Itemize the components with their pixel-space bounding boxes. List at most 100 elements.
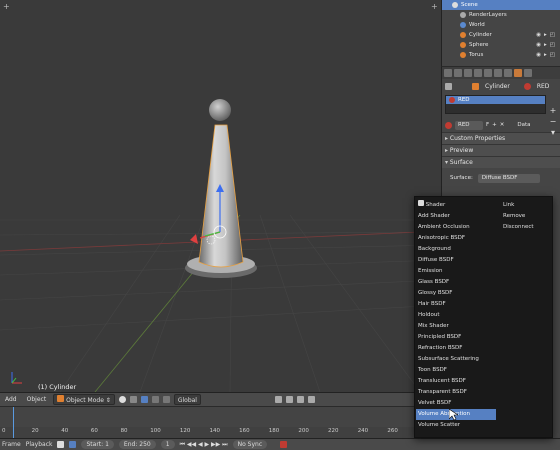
3d-viewport[interactable]: + + (1) Cylinder — [0, 0, 441, 392]
cylinder-cone — [198, 124, 244, 268]
remove-slot-icon[interactable]: − — [548, 116, 558, 127]
frame-menu[interactable]: Frame — [2, 441, 21, 448]
menu-item-emission[interactable]: Emission — [416, 266, 496, 277]
mode-dropdown[interactable]: Object Mode ⇕ — [53, 394, 115, 405]
timeline-header: Frame Playback Start: 1 End: 250 1 ⏮ ◀◀ … — [0, 438, 560, 450]
playback-menu[interactable]: Playback — [26, 441, 53, 448]
current-frame-field[interactable]: 1 — [160, 440, 175, 449]
camera-icon[interactable] — [307, 396, 315, 403]
snap-icon[interactable] — [296, 396, 304, 403]
mesh-icon — [460, 42, 466, 48]
pin-icon[interactable] — [445, 82, 452, 90]
timeline-scrub-area[interactable] — [0, 407, 415, 427]
menu-item-shader[interactable]: Shader — [416, 200, 496, 211]
menu-item-glossy-bsdf[interactable]: Glossy BSDF — [416, 288, 496, 299]
visibility-icons[interactable]: ◉▸◰ — [536, 40, 558, 50]
outliner-row-cylinder[interactable]: Cylinder ◉▸◰ — [442, 30, 560, 40]
mesh-icon — [472, 82, 479, 90]
menu-item-anisotropic-bsdf[interactable]: Anisotropic BSDF — [416, 233, 496, 244]
visibility-icons[interactable]: ◉▸◰ — [536, 30, 558, 40]
axis-indicator — [11, 372, 22, 384]
new-material-icon[interactable]: + — [492, 122, 497, 128]
menu-item-principled-bsdf[interactable]: Principled BSDF — [416, 332, 496, 343]
preview-range-icon[interactable] — [69, 441, 77, 448]
timeline[interactable]: 0 20 40 60 80 100 120 140 160 180 200 22… — [0, 406, 415, 439]
menu-item-volume-scatter[interactable]: Volume Scatter — [416, 420, 496, 431]
link-dropdown[interactable]: Data — [517, 122, 530, 128]
shading-icon[interactable] — [118, 396, 126, 403]
menu-item-holdout[interactable]: Holdout — [416, 310, 496, 321]
menu-item-translucent-bsdf[interactable]: Translucent BSDF — [416, 376, 496, 387]
rotate-icon[interactable] — [162, 396, 170, 403]
orientation-dropdown[interactable]: Global — [173, 394, 201, 405]
sphere — [209, 99, 231, 121]
record-icon[interactable] — [280, 441, 288, 448]
menu-item-transparent-bsdf[interactable]: Transparent BSDF — [416, 387, 496, 398]
surface-shader-field[interactable]: Diffuse BSDF — [477, 173, 540, 183]
material-slot-list[interactable]: RED — [445, 95, 546, 114]
layer-buttons-icon[interactable] — [274, 396, 282, 403]
mouse-cursor-icon — [449, 409, 458, 421]
visibility-icons[interactable]: ◉▸◰ — [536, 50, 558, 60]
menu-item-ambient-occlusion[interactable]: Ambient Occlusion — [416, 222, 496, 233]
add-slot-icon[interactable]: + — [548, 105, 558, 116]
start-frame-field[interactable]: Start: 1 — [81, 440, 114, 449]
playback-controls-icon[interactable]: ⏮ ◀◀ ◀ ▶ ▶▶ ⏭ — [180, 441, 228, 449]
sync-dropdown[interactable]: No Sync — [232, 440, 268, 449]
object-menu[interactable]: Object — [24, 394, 50, 405]
shader-menu[interactable]: Shader Add Shader Ambient Occlusion Anis… — [414, 196, 553, 438]
material-tab-icon[interactable] — [514, 69, 522, 77]
modifiers-tab-icon[interactable] — [494, 69, 502, 77]
translate-icon[interactable] — [151, 396, 159, 403]
outliner[interactable]: Scene RenderLayers World Cylinder ◉▸◰ Sp… — [441, 0, 560, 66]
material-browse-icon[interactable] — [445, 121, 452, 129]
menu-item-velvet-bsdf[interactable]: Velvet BSDF — [416, 398, 496, 409]
menu-item-remove[interactable]: Remove — [501, 211, 551, 222]
outliner-row-world[interactable]: World — [442, 20, 560, 30]
unlink-material-icon[interactable]: ✕ — [500, 122, 505, 128]
tool-shelf-toggle-icon[interactable]: + — [3, 2, 10, 11]
slot-menu-icon[interactable]: ▾ — [548, 127, 558, 138]
add-menu[interactable]: Add — [2, 394, 20, 405]
scene-tab-icon[interactable] — [464, 69, 472, 77]
properties-tabs — [442, 67, 560, 79]
menu-item-add-shader[interactable]: Add Shader — [416, 211, 496, 222]
material-slot[interactable]: RED — [446, 96, 545, 104]
surface-label: Surface: — [450, 175, 473, 181]
texture-tab-icon[interactable] — [524, 69, 532, 77]
menu-item-link[interactable]: Link — [501, 200, 551, 211]
world-icon — [460, 22, 466, 28]
menu-item-background[interactable]: Background — [416, 244, 496, 255]
panel-custom-properties[interactable]: Custom Properties — [442, 132, 560, 144]
outliner-row-scene[interactable]: Scene — [442, 0, 560, 10]
fake-user-button[interactable]: F — [486, 122, 489, 128]
panel-preview[interactable]: Preview — [442, 144, 560, 156]
data-tab-icon[interactable] — [504, 69, 512, 77]
menu-item-glass-bsdf[interactable]: Glass BSDF — [416, 277, 496, 288]
menu-item-refraction-bsdf[interactable]: Refraction BSDF — [416, 343, 496, 354]
viewport-header: Add Object Object Mode ⇕ Global — [0, 392, 415, 406]
menu-item-disconnect[interactable]: Disconnect — [501, 222, 551, 233]
menu-item-toon-bsdf[interactable]: Toon BSDF — [416, 365, 496, 376]
lock-icon[interactable] — [285, 396, 293, 403]
menu-item-mix-shader[interactable]: Mix Shader — [416, 321, 496, 332]
manipulator-icon[interactable] — [140, 396, 148, 403]
render-tab-icon[interactable] — [444, 69, 452, 77]
keying-icon[interactable] — [57, 441, 65, 448]
outliner-row-sphere[interactable]: Sphere ◉▸◰ — [442, 40, 560, 50]
outliner-row-torus[interactable]: Torus ◉▸◰ — [442, 50, 560, 60]
panel-surface[interactable]: Surface — [442, 156, 560, 168]
menu-item-subsurface-scattering[interactable]: Subsurface Scattering — [416, 354, 496, 365]
menu-item-hair-bsdf[interactable]: Hair BSDF — [416, 299, 496, 310]
object-tab-icon[interactable] — [484, 69, 492, 77]
layers-tab-icon[interactable] — [454, 69, 462, 77]
material-name-field[interactable]: RED — [455, 120, 483, 130]
material-icon — [523, 82, 531, 90]
pivot-icon[interactable] — [129, 396, 137, 403]
outliner-row-renderlayers[interactable]: RenderLayers — [442, 10, 560, 20]
playhead[interactable] — [13, 407, 14, 439]
end-frame-field[interactable]: End: 250 — [118, 440, 156, 449]
world-tab-icon[interactable] — [474, 69, 482, 77]
properties-shelf-toggle-icon[interactable]: + — [431, 2, 438, 11]
menu-item-diffuse-bsdf[interactable]: Diffuse BSDF — [416, 255, 496, 266]
